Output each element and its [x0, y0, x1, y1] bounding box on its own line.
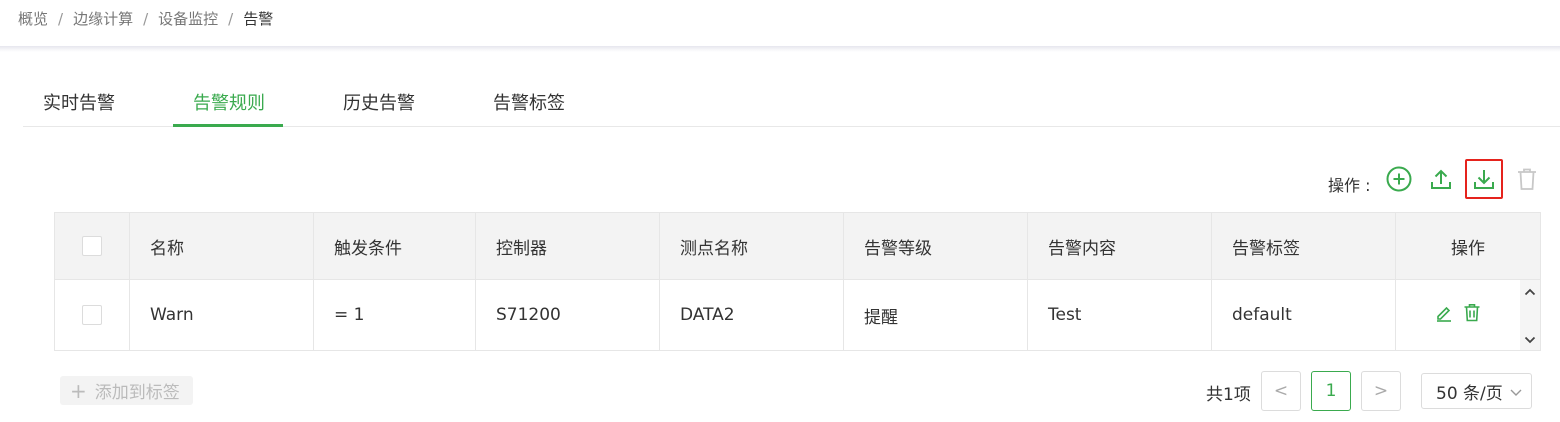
cell-alarm-tag: default — [1212, 280, 1396, 350]
add-circle-icon — [1386, 166, 1412, 192]
row-checkbox[interactable] — [82, 305, 102, 325]
upload-icon — [1431, 169, 1451, 189]
row-select-cell — [55, 280, 130, 350]
breadcrumb-separator: / — [58, 9, 64, 28]
cell-alarm-level: 提醒 — [844, 280, 1028, 350]
header-point-name[interactable]: 测点名称 — [660, 213, 844, 279]
alarm-rules-table: 名称 触发条件 控制器 测点名称 告警等级 告警内容 告警标签 操作 Warn … — [54, 212, 1541, 351]
header-alarm-tag[interactable]: 告警标签 — [1212, 213, 1396, 279]
table-header: 名称 触发条件 控制器 测点名称 告警等级 告警内容 告警标签 操作 — [55, 213, 1540, 280]
cell-condition: = 1 — [314, 280, 476, 350]
breadcrumb-item-edge-computing[interactable]: 边缘计算 — [73, 8, 133, 29]
toolbar: 操作 : — [1328, 159, 1536, 199]
cell-controller: S71200 — [476, 280, 660, 350]
cell-actions — [1396, 280, 1520, 350]
breadcrumb-item-overview[interactable]: 概览 — [18, 8, 48, 29]
edit-icon — [1437, 306, 1451, 322]
export-button[interactable] — [1465, 159, 1503, 199]
toolbar-label: 操作 : — [1328, 176, 1371, 195]
chevron-up-icon — [1524, 288, 1536, 296]
add-to-tag-button[interactable]: + 添加到标签 — [60, 376, 193, 405]
breadcrumb-separator: / — [228, 9, 234, 28]
breadcrumb: 概览 / 边缘计算 / 设备监控 / 告警 — [18, 8, 273, 29]
trash-icon — [1464, 304, 1480, 322]
header-controller[interactable]: 控制器 — [476, 213, 660, 279]
page-size-select[interactable]: 50 条/页 — [1421, 373, 1532, 409]
header-alarm-content[interactable]: 告警内容 — [1028, 213, 1212, 279]
tab-alarm-rules[interactable]: 告警规则 — [193, 89, 265, 115]
edit-button[interactable] — [1435, 304, 1453, 327]
scroll-down-button[interactable] — [1520, 330, 1540, 350]
add-to-tag-label: 添加到标签 — [94, 383, 180, 403]
table-scrollbar[interactable] — [1520, 280, 1540, 350]
breadcrumb-separator: / — [143, 9, 149, 28]
pagination-total: 共1项 — [1206, 385, 1251, 405]
tab-bar: 实时告警 告警规则 历史告警 告警标签 — [23, 78, 1560, 127]
row-delete-button[interactable] — [1463, 303, 1481, 327]
breadcrumb-item-alarm: 告警 — [243, 10, 274, 28]
top-bar: 概览 / 边缘计算 / 设备监控 / 告警 — [0, 0, 1560, 48]
page-size-value: 50 条/页 — [1436, 383, 1503, 404]
download-icon — [1474, 170, 1494, 189]
header-alarm-level[interactable]: 告警等级 — [844, 213, 1028, 279]
import-button[interactable] — [1423, 161, 1459, 197]
chevron-down-icon — [1524, 336, 1536, 344]
breadcrumb-item-device-monitor[interactable]: 设备监控 — [158, 8, 218, 29]
next-page-button[interactable]: > — [1361, 371, 1401, 411]
header-name[interactable]: 名称 — [130, 213, 314, 279]
prev-page-button[interactable]: < — [1261, 371, 1301, 411]
header-divider — [0, 46, 1560, 52]
trash-icon — [1518, 168, 1536, 190]
header-condition[interactable]: 触发条件 — [314, 213, 476, 279]
page-1-button[interactable]: 1 — [1311, 371, 1351, 411]
active-tab-indicator — [173, 124, 283, 127]
cell-point-name: DATA2 — [660, 280, 844, 350]
plus-icon: + — [70, 378, 87, 403]
tab-alarm-tags[interactable]: 告警标签 — [493, 89, 565, 115]
tab-history-alarm[interactable]: 历史告警 — [343, 89, 415, 115]
select-all-checkbox[interactable] — [82, 236, 102, 256]
chevron-down-icon — [1510, 389, 1522, 396]
delete-button[interactable] — [1509, 161, 1545, 197]
add-button[interactable] — [1381, 161, 1417, 197]
table-row[interactable]: Warn = 1 S71200 DATA2 提醒 Test default — [55, 280, 1520, 350]
header-actions: 操作 — [1451, 238, 1485, 259]
tab-realtime-alarm[interactable]: 实时告警 — [43, 89, 115, 115]
cell-name: Warn — [130, 280, 314, 350]
scroll-up-button[interactable] — [1520, 282, 1540, 302]
cell-alarm-content: Test — [1028, 280, 1212, 350]
header-select-cell — [55, 213, 130, 279]
